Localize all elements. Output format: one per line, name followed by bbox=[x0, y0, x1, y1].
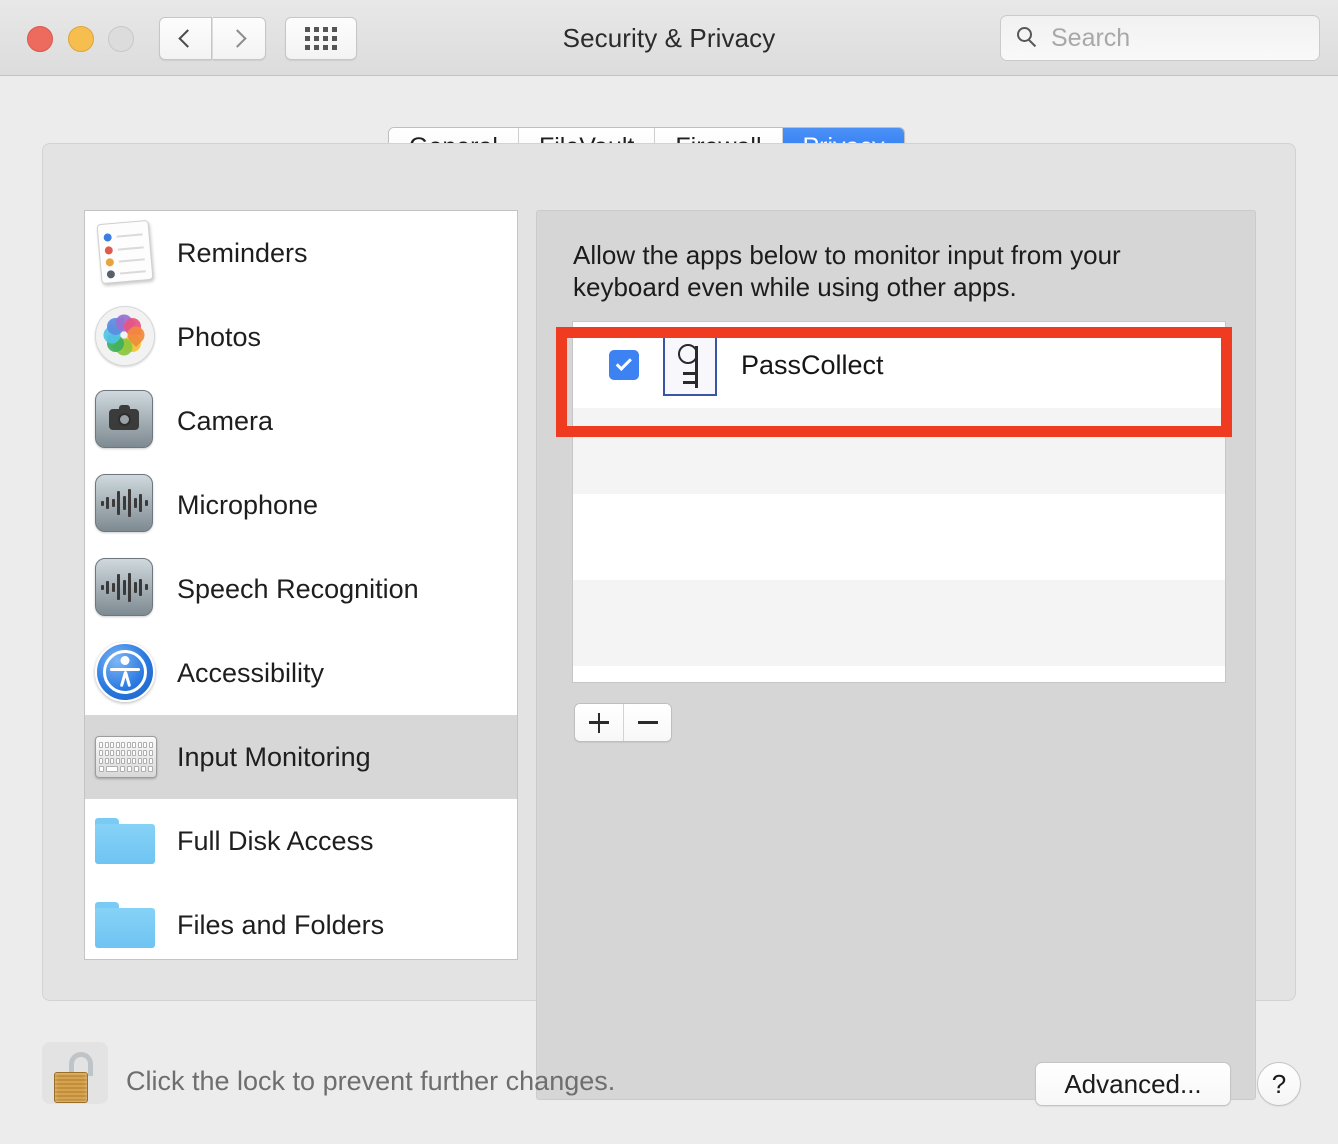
unlocked-padlock-icon bbox=[52, 1052, 98, 1104]
search-input[interactable]: Search bbox=[1051, 24, 1130, 53]
table-row-empty bbox=[573, 580, 1225, 666]
sidebar-item-photos[interactable]: Photos bbox=[85, 295, 517, 379]
sidebar-item-camera[interactable]: Camera bbox=[85, 379, 517, 463]
advanced-button[interactable]: Advanced... bbox=[1035, 1062, 1231, 1106]
permission-description: Allow the apps below to monitor input fr… bbox=[573, 240, 1121, 302]
sidebar-item-input-monitoring[interactable]: Input Monitoring bbox=[85, 715, 517, 799]
security-privacy-window: Security & Privacy Search General FileVa… bbox=[0, 0, 1338, 1144]
privacy-category-scroll: Reminders Photos Camera Microphone Speec… bbox=[85, 211, 517, 959]
add-app-button[interactable] bbox=[575, 704, 623, 741]
sidebar-item-label: Input Monitoring bbox=[177, 741, 371, 772]
folder-icon bbox=[95, 894, 157, 956]
sidebar-item-label: Full Disk Access bbox=[177, 825, 374, 856]
app-name-label: PassCollect bbox=[741, 349, 884, 380]
keyboard-icon bbox=[95, 726, 157, 788]
camera-icon bbox=[95, 390, 157, 452]
allowed-apps-list[interactable]: PassCollect bbox=[572, 321, 1226, 683]
remove-app-button[interactable] bbox=[623, 704, 671, 741]
minus-icon bbox=[637, 721, 658, 724]
privacy-category-list[interactable]: Reminders Photos Camera Microphone Speec… bbox=[84, 210, 518, 960]
microphone-icon bbox=[95, 474, 157, 536]
app-checkbox-passcollect[interactable] bbox=[609, 350, 639, 380]
table-row-empty bbox=[573, 408, 1225, 494]
sidebar-item-accessibility[interactable]: Accessibility bbox=[85, 631, 517, 715]
sidebar-item-label: Files and Folders bbox=[177, 909, 385, 940]
lock-button[interactable] bbox=[42, 1042, 108, 1104]
sidebar-item-label: Microphone bbox=[177, 489, 319, 520]
help-button[interactable]: ? bbox=[1257, 1062, 1301, 1106]
sidebar-item-reminders[interactable]: Reminders bbox=[85, 211, 517, 295]
sidebar-item-label: Speech Recognition bbox=[177, 573, 419, 604]
sidebar-item-full-disk-access[interactable]: Full Disk Access bbox=[85, 799, 517, 883]
table-row-empty bbox=[573, 494, 1225, 580]
lock-status-text: Click the lock to prevent further change… bbox=[126, 1066, 616, 1096]
reminders-icon bbox=[95, 219, 157, 285]
sidebar-item-files-and-folders[interactable]: Files and Folders bbox=[85, 883, 517, 959]
table-row[interactable]: PassCollect bbox=[573, 322, 1225, 408]
accessibility-icon bbox=[95, 642, 157, 704]
privacy-panel: Reminders Photos Camera Microphone Speec… bbox=[42, 143, 1296, 1100]
table-row-empty bbox=[573, 666, 1225, 682]
sidebar-item-label: Camera bbox=[177, 405, 274, 436]
title-bar: Security & Privacy Search bbox=[0, 0, 1338, 76]
input-monitoring-detail-pane: Allow the apps below to monitor input fr… bbox=[536, 210, 1256, 1100]
search-icon bbox=[1017, 27, 1039, 49]
key-app-icon bbox=[663, 334, 717, 396]
speech-icon bbox=[95, 558, 157, 620]
search-field[interactable]: Search bbox=[1000, 15, 1320, 61]
sidebar-item-label: Accessibility bbox=[177, 657, 325, 688]
add-remove-button-group bbox=[574, 703, 672, 742]
sidebar-item-microphone[interactable]: Microphone bbox=[85, 463, 517, 547]
sidebar-item-label: Photos bbox=[177, 321, 262, 352]
folder-icon bbox=[95, 810, 157, 872]
sidebar-item-speech-recognition[interactable]: Speech Recognition bbox=[85, 547, 517, 631]
checkmark-icon bbox=[615, 354, 632, 372]
sidebar-item-label: Reminders bbox=[177, 237, 308, 268]
photos-icon bbox=[95, 306, 157, 368]
